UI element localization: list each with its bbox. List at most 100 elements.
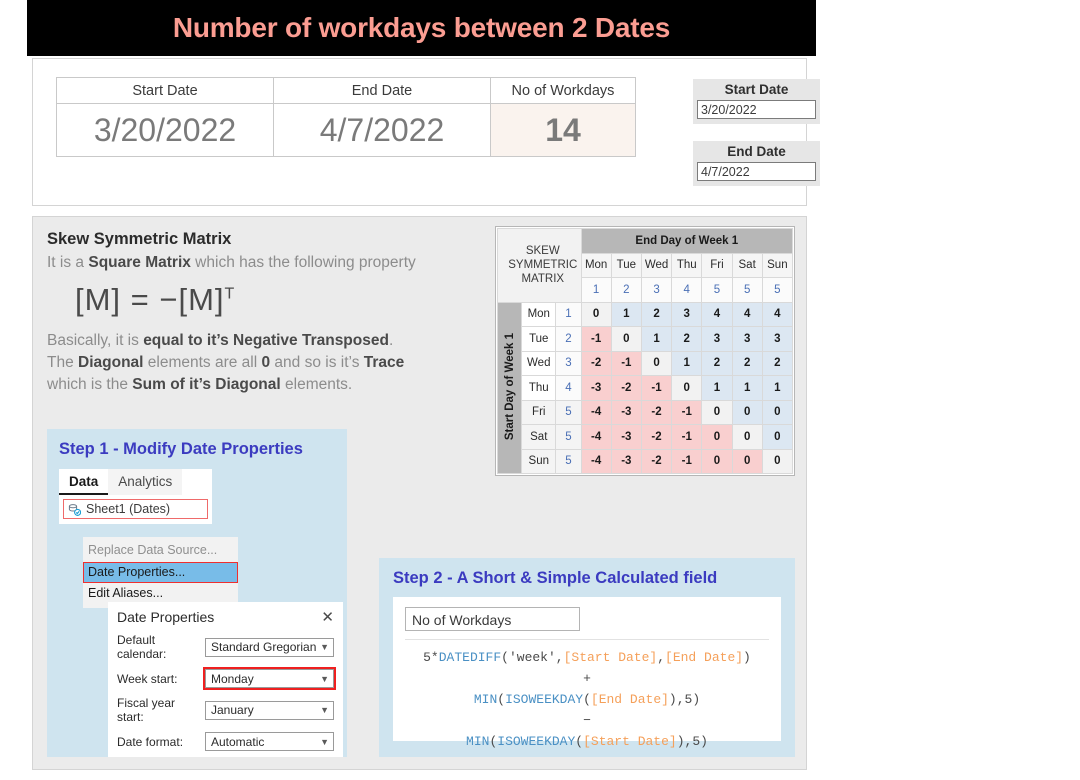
formula-line-3: MIN(ISOWEEKDAY([End Date]),5): [393, 689, 781, 710]
select-fiscal-year-start[interactable]: January ▼: [205, 700, 334, 720]
formula-token: ,5): [676, 692, 701, 708]
matrix-col-day-tue: Tue: [610, 252, 642, 278]
formula-line-4: −: [393, 710, 781, 731]
matrix-row: Sat 5 -4 -3 -2 -1 0 0 0: [498, 424, 794, 450]
explain-1b: Square Matrix: [88, 254, 191, 271]
select-week-start-value: Monday: [211, 671, 254, 686]
matrix-row-day-tue: Tue: [521, 326, 557, 352]
select-default-calendar[interactable]: Standard Gregorian ▼: [205, 637, 334, 657]
matrix-row: Start Day of Week 1 Mon 1 0 1 2 3 4 4 4: [496, 301, 794, 474]
label-fiscal-year-start: Fiscal year start:: [117, 696, 176, 724]
param-end-date[interactable]: End Date 4/7/2022: [693, 141, 820, 186]
param-end-date-label: End Date: [727, 144, 786, 159]
matrix-cell-sun-sun: 0: [761, 448, 794, 474]
matrix-cell-thu-thu: 0: [671, 375, 703, 401]
matrix-cell-thu-fri: 1: [701, 375, 733, 401]
matrix-header-row-group: SKEW SYMMETRIC MATRIX End Day of Week 1: [497, 228, 794, 303]
cell-end-date: 4/7/2022: [273, 103, 491, 157]
menu-item-date-properties[interactable]: Date Properties...: [83, 561, 238, 584]
explanation-line-4: which is the Sum of it’s Diagonal elemen…: [47, 374, 497, 396]
chevron-down-icon: ▼: [320, 642, 329, 652]
matrix-cell-mon-sat: 4: [731, 301, 763, 327]
matrix-cell-fri-sun: 0: [761, 399, 794, 425]
matrix-cell-sun-thu: -1: [671, 448, 703, 474]
matrix-col-day-sun: Sun: [761, 252, 794, 278]
explanation-heading: Skew Symmetric Matrix: [47, 230, 232, 248]
matrix-cell-wed-sun: 2: [761, 350, 794, 376]
matrix-cell-tue-tue: 0: [610, 326, 642, 352]
label-date-format: Date format:: [117, 734, 184, 749]
formula-token: MIN: [473, 692, 498, 708]
data-pane-tabs: Data Analytics: [59, 469, 212, 495]
tab-analytics[interactable]: Analytics: [108, 469, 183, 495]
matrix-row-day-sun: Sun: [521, 448, 557, 474]
matrix-cell-wed-thu: 1: [671, 350, 703, 376]
explanation-line-3: The Diagonal elements are all 0 and so i…: [47, 352, 497, 374]
step-2-panel: Step 2 - A Short & Simple Calculated fie…: [379, 558, 795, 757]
cell-no-of-workdays: 14: [490, 103, 636, 157]
formula-token: [Start Date]: [563, 650, 658, 665]
calculated-field-name-input[interactable]: No of Workdays: [405, 607, 580, 631]
matrix-col-day-fri: Fri: [701, 252, 733, 278]
matrix-cell-fri-mon: -4: [580, 399, 612, 425]
step-2-heading: Step 2 - A Short & Simple Calculated fie…: [393, 569, 718, 587]
close-icon[interactable]: ✕: [321, 610, 334, 625]
matrix-cell-sat-mon: -4: [580, 424, 612, 450]
matrix-row-day-fri: Fri: [521, 399, 557, 425]
matrix-cell-tue-mon: -1: [580, 326, 612, 352]
formula-token: ,5): [684, 734, 708, 750]
formula-token: (: [497, 692, 506, 708]
matrix-cell-wed-mon: -2: [580, 350, 612, 376]
matrix-cell-fri-fri: 0: [701, 399, 733, 425]
explain-2a: Basically, it is: [47, 332, 144, 349]
matrix-col-num-thu: 4: [671, 277, 703, 303]
matrix-cell-thu-sat: 1: [731, 375, 763, 401]
matrix-cell-fri-thu: -1: [671, 399, 703, 425]
matrix-cell-mon-mon: 0: [580, 301, 612, 327]
matrix-row-day-thu: Thu: [521, 375, 557, 401]
select-date-format[interactable]: Automatic ▼: [205, 732, 334, 751]
matrix-row: Fri 5 -4 -3 -2 -1 0 0 0: [498, 399, 794, 425]
param-start-date[interactable]: Start Date 3/20/2022: [693, 79, 820, 124]
context-menu[interactable]: Replace Data Source... Date Properties..…: [83, 537, 238, 608]
matrix-col-day-mon: Mon: [580, 252, 612, 278]
param-end-date-input[interactable]: 4/7/2022: [697, 162, 816, 181]
explain-2c: .: [388, 332, 394, 349]
matrix-cell-fri-tue: -3: [610, 399, 642, 425]
matrix-cell-sat-tue: -3: [610, 424, 642, 450]
formula-token: [End Date]: [590, 692, 669, 708]
tab-data[interactable]: Data: [59, 469, 109, 495]
formula-token: ISOWEEKDAY: [505, 692, 584, 708]
matrix-cell-mon-fri: 4: [701, 301, 733, 327]
matrix-col-day-wed: Wed: [640, 252, 673, 278]
formula-token: −: [583, 713, 591, 729]
matrix-row: Sun 5 -4 -3 -2 -1 0 0 0: [498, 448, 794, 474]
matrix-row-num-sun: 5: [555, 448, 582, 474]
data-source-item-sheet1[interactable]: Sheet1 (Dates): [63, 499, 208, 519]
formula-token: ): [668, 692, 677, 708]
select-week-start[interactable]: Monday ▼: [203, 667, 336, 690]
matrix-cell-tue-thu: 2: [671, 326, 703, 352]
matrix-cell-wed-wed: 0: [640, 350, 673, 376]
formula-token: (: [575, 734, 584, 750]
col-header-end-date: End Date: [273, 77, 491, 104]
formula-line-2: +: [393, 668, 781, 689]
matrix-cell-fri-sat: 0: [731, 399, 763, 425]
table-header-row: Start Date End Date No of Workdays: [56, 77, 636, 104]
dialog-row-default-calendar: Default calendar: Standard Gregorian ▼: [108, 631, 343, 663]
matrix-row-day-mon: Mon: [521, 301, 557, 327]
formula-line-5: MIN(ISOWEEKDAY([Start Date]),5): [393, 731, 781, 752]
select-default-calendar-value: Standard Gregorian: [211, 640, 317, 654]
label-week-start: Week start:: [117, 671, 178, 686]
calculated-field-formula[interactable]: 5*DATEDIFF('week',[Start Date],[End Date…: [393, 647, 781, 752]
data-pane-card: Data Analytics Sheet1 (Dates): [59, 469, 212, 524]
matrix-col-num-sun: 5: [761, 277, 794, 303]
matrix-cell-wed-sat: 2: [731, 350, 763, 376]
menu-item-replace-data-source[interactable]: Replace Data Source...: [83, 540, 238, 562]
param-start-date-input[interactable]: 3/20/2022: [697, 100, 816, 119]
title-banner: Number of workdays between 2 Dates: [27, 0, 816, 56]
matrix-cell-sun-sat: 0: [731, 448, 763, 474]
explain-4b: Sum of it’s Diagonal: [132, 376, 281, 393]
explain-4c: elements.: [280, 376, 353, 393]
divider: [405, 639, 769, 640]
